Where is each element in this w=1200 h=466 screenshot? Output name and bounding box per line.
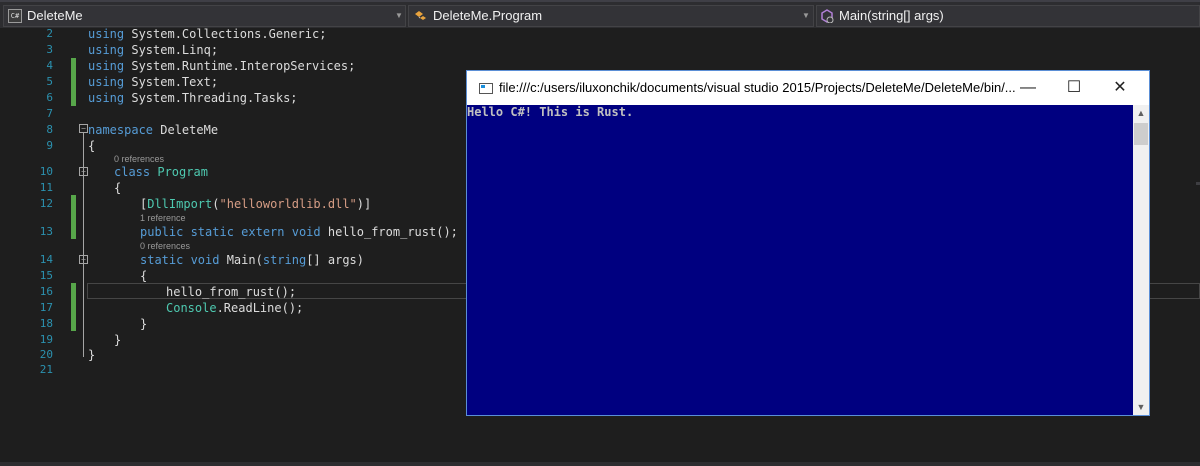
- method-icon: [820, 9, 834, 24]
- code-text: }: [114, 333, 122, 347]
- line-number: 15: [39, 269, 53, 282]
- code-text: using System.Runtime.InteropServices;: [88, 59, 356, 73]
- code-text: using System.Threading.Tasks;: [88, 91, 298, 105]
- line-number: 4: [46, 59, 53, 72]
- console-output-area[interactable]: Hello C#! This is Rust.: [467, 105, 1133, 415]
- code-text: hello_from_rust();: [166, 285, 297, 299]
- scroll-up-arrow-icon[interactable]: ▲: [1133, 105, 1149, 121]
- line-number: 17: [39, 301, 53, 314]
- console-vertical-scrollbar[interactable]: ▲ ▼: [1133, 105, 1149, 415]
- code-line: 3 using System.Linq;: [0, 42, 1200, 58]
- code-text: namespace DeleteMe: [88, 123, 219, 137]
- line-number: 12: [39, 197, 53, 210]
- code-text: using System.Text;: [88, 75, 219, 89]
- line-number: 18: [39, 317, 53, 330]
- code-text: {: [114, 181, 122, 195]
- line-number: 13: [39, 225, 53, 238]
- project-dropdown[interactable]: C# DeleteMe ▼: [3, 5, 406, 27]
- member-dropdown[interactable]: Main(string[] args): [816, 5, 1200, 27]
- code-text: {: [140, 269, 148, 283]
- console-titlebar[interactable]: file:///c:/users/iluxonchik/documents/vi…: [467, 71, 1149, 105]
- console-window[interactable]: file:///c:/users/iluxonchik/documents/vi…: [466, 70, 1150, 416]
- line-number: 8: [46, 123, 53, 136]
- code-text: public static extern void hello_from_rus…: [140, 225, 458, 239]
- code-text: }: [88, 348, 96, 362]
- console-app-icon: [479, 83, 493, 94]
- code-text: Console.ReadLine();: [166, 301, 304, 315]
- line-number: 20: [39, 348, 53, 361]
- console-output-text: Hello C#! This is Rust.: [467, 105, 634, 119]
- code-text: using System.Collections.Generic;: [88, 27, 327, 41]
- console-title: file:///c:/users/iluxonchik/documents/vi…: [499, 80, 1016, 95]
- line-number: 21: [39, 363, 53, 376]
- chevron-down-icon: ▼: [395, 11, 403, 20]
- code-text: static void Main(string[] args): [140, 253, 364, 267]
- line-number: 11: [39, 181, 53, 194]
- scroll-down-arrow-icon[interactable]: ▼: [1133, 399, 1149, 415]
- project-dropdown-label: DeleteMe: [27, 8, 83, 23]
- line-number: 10: [39, 165, 53, 178]
- csharp-project-icon: C#: [8, 9, 22, 23]
- line-number: 3: [46, 43, 53, 56]
- line-number: 16: [39, 285, 53, 298]
- references-codelens[interactable]: 0 references: [140, 240, 190, 252]
- chevron-down-icon: ▼: [802, 11, 810, 20]
- code-text: using System.Linq;: [88, 43, 219, 57]
- maximize-button[interactable]: ☐: [1051, 71, 1097, 105]
- references-codelens[interactable]: 1 reference: [140, 212, 186, 224]
- code-line: 2 using System.Collections.Generic;: [0, 26, 1200, 42]
- line-number: 7: [46, 107, 53, 120]
- code-text: class Program: [114, 165, 208, 179]
- member-dropdown-label: Main(string[] args): [839, 8, 944, 23]
- line-number: 14: [39, 253, 53, 266]
- code-text: [DllImport("helloworldlib.dll")]: [140, 197, 372, 211]
- line-number: 6: [46, 91, 53, 104]
- type-dropdown[interactable]: DeleteMe.Program ▼: [408, 5, 814, 27]
- line-number: 19: [39, 333, 53, 346]
- type-dropdown-label: DeleteMe.Program: [433, 8, 543, 23]
- minimize-button[interactable]: —: [1005, 71, 1051, 105]
- code-text: }: [140, 317, 148, 331]
- class-icon: [414, 9, 428, 23]
- line-number: 5: [46, 75, 53, 88]
- line-number: 2: [46, 27, 53, 40]
- editor-navigation-bar: C# DeleteMe ▼ DeleteMe.Program ▼ Main(st…: [0, 0, 1200, 28]
- horizontal-scrollbar[interactable]: [0, 462, 1200, 466]
- close-button[interactable]: ✕: [1097, 71, 1143, 105]
- code-text: {: [88, 139, 96, 153]
- scrollbar-thumb[interactable]: [1134, 123, 1148, 145]
- line-number: 9: [46, 139, 53, 152]
